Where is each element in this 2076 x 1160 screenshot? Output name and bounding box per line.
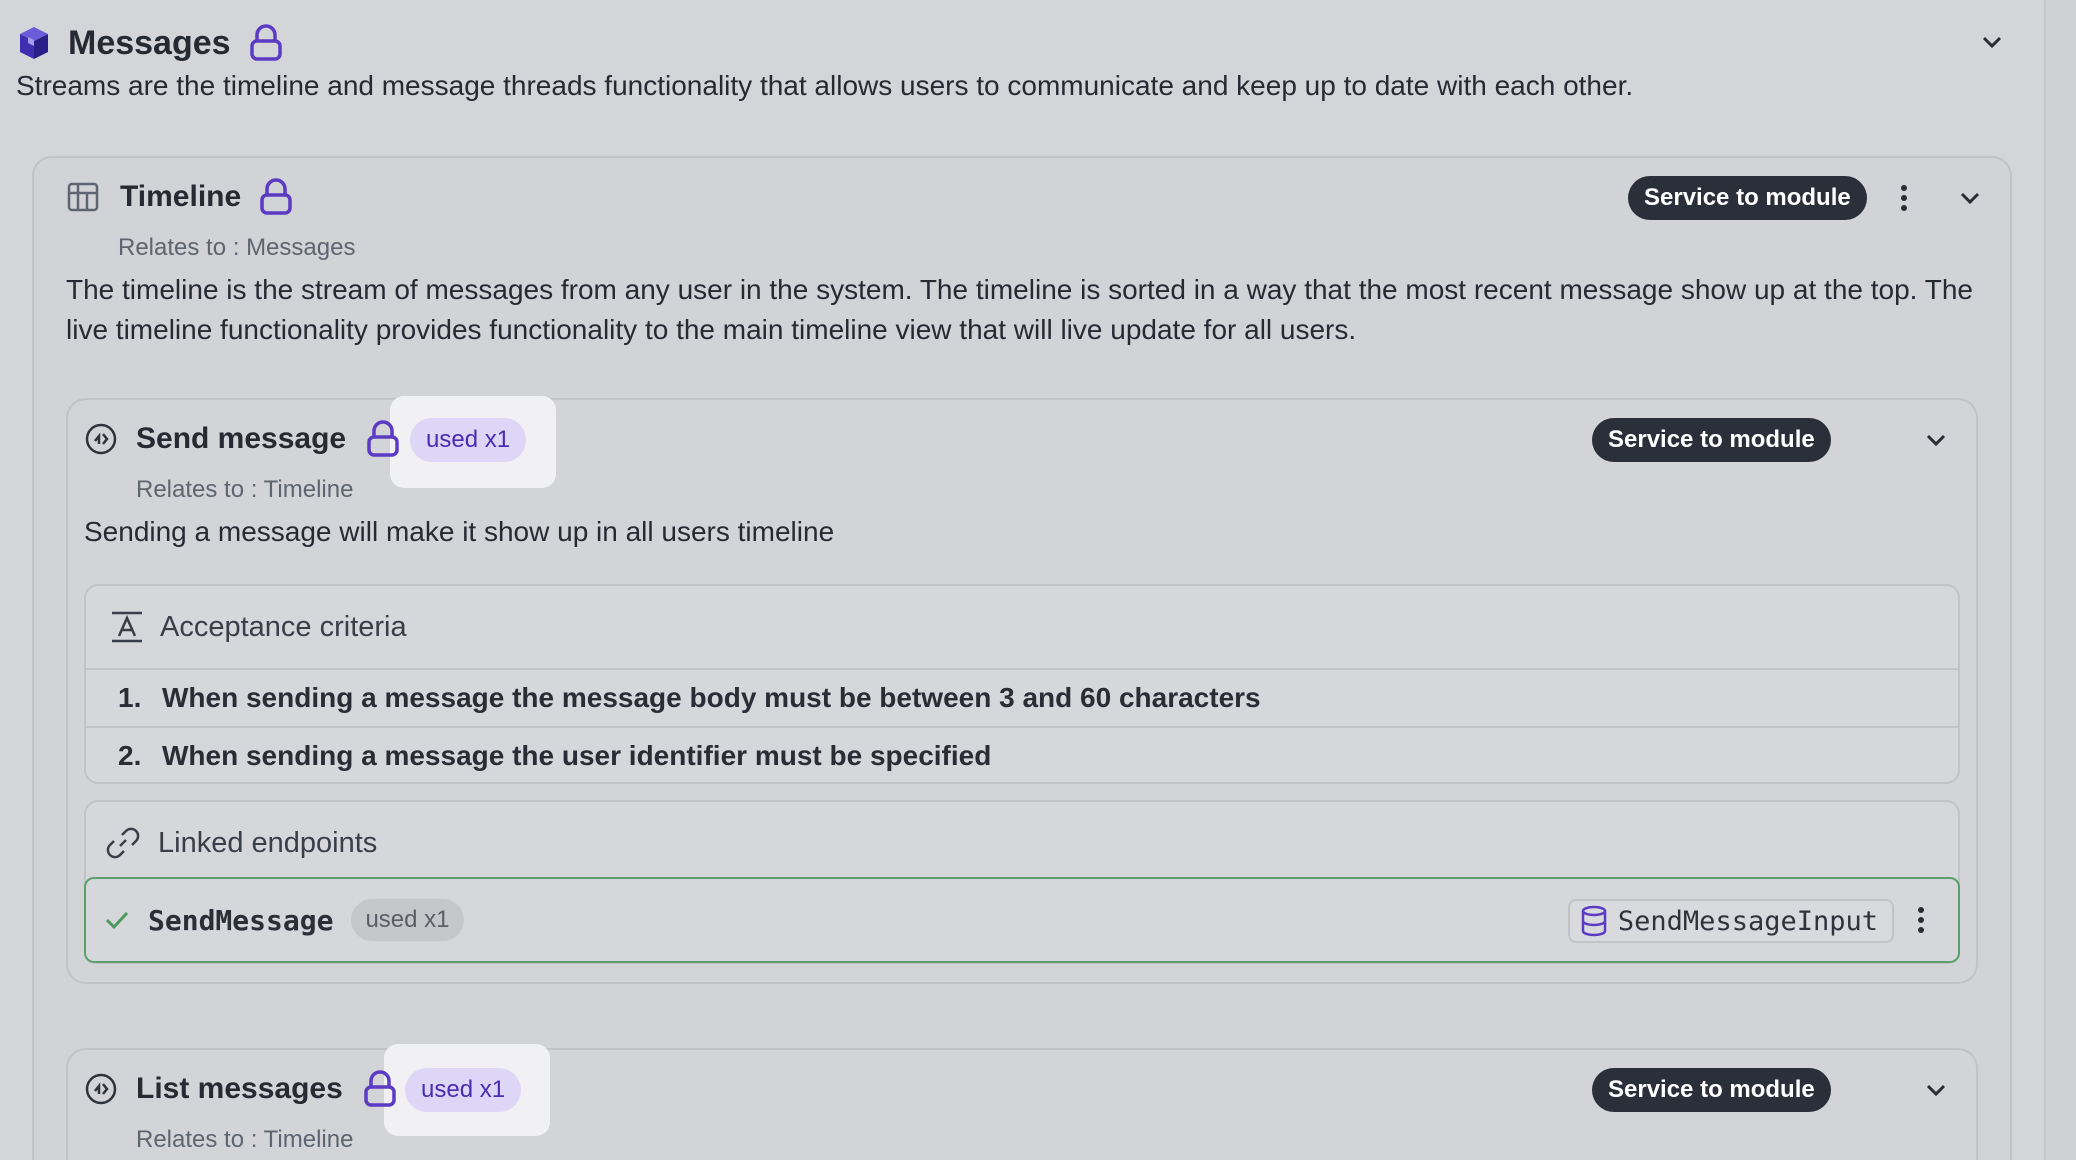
timeline-relates: Relates to : Messages bbox=[118, 234, 356, 261]
send-message-description: Sending a message will make it show up i… bbox=[84, 516, 835, 547]
module-header: Messages bbox=[16, 20, 2006, 66]
service-to-module-badge[interactable]: Service to module bbox=[1628, 176, 1867, 220]
service-icon bbox=[84, 422, 118, 456]
module-description: Streams are the timeline and message thr… bbox=[16, 70, 1634, 101]
endpoint-input-type[interactable]: SendMessageInput bbox=[1567, 899, 1894, 943]
acceptance-criteria-title: Acceptance criteria bbox=[160, 610, 407, 643]
table-icon bbox=[66, 180, 100, 214]
linked-endpoints-header[interactable]: Linked endpoints bbox=[86, 802, 1958, 884]
list-messages-header: List messages bbox=[84, 1070, 397, 1108]
list-messages-title: List messages bbox=[136, 1072, 343, 1105]
criteria-number: 1. bbox=[118, 682, 142, 713]
link-icon bbox=[104, 824, 142, 862]
service-to-module-badge[interactable]: Service to module bbox=[1592, 1068, 1831, 1112]
used-count-badge[interactable]: used x1 bbox=[405, 1068, 522, 1112]
chevron-down-icon[interactable] bbox=[1922, 426, 1950, 454]
criteria-number: 2. bbox=[118, 740, 142, 771]
service-to-module-badge[interactable]: Service to module bbox=[1592, 418, 1831, 462]
linked-endpoints-title: Linked endpoints bbox=[158, 826, 378, 859]
timeline-description: The timeline is the stream of messages f… bbox=[66, 274, 1973, 345]
lock-icon bbox=[363, 1070, 397, 1108]
acceptance-criteria: Acceptance criteria 1. When sending a me… bbox=[84, 584, 1960, 784]
scrollbar[interactable] bbox=[2044, 0, 2076, 1160]
text-icon bbox=[110, 610, 144, 644]
send-message-title: Send message bbox=[136, 422, 347, 455]
criteria-text: When sending a message the user identifi… bbox=[162, 740, 992, 771]
endpoint-input-label: SendMessageInput bbox=[1617, 905, 1878, 937]
lock-icon bbox=[249, 24, 283, 62]
module-title: Messages bbox=[68, 23, 231, 62]
cube-icon bbox=[16, 25, 52, 61]
criteria-text: When sending a message the message body … bbox=[162, 682, 1261, 713]
used-count-badge[interactable]: used x1 bbox=[410, 418, 527, 462]
criteria-item: 1. When sending a message the message bo… bbox=[86, 668, 1958, 726]
timeline-header: Timeline bbox=[66, 178, 293, 216]
lock-icon bbox=[366, 420, 400, 458]
endpoint-used-badge[interactable]: used x1 bbox=[351, 899, 464, 941]
kebab-icon[interactable] bbox=[1894, 182, 1914, 214]
list-messages-relates: Relates to : Timeline bbox=[136, 1126, 354, 1153]
kebab-icon[interactable] bbox=[1914, 905, 1928, 935]
service-icon bbox=[84, 1072, 118, 1106]
criteria-item: 2. When sending a message the user ident… bbox=[86, 726, 1958, 782]
send-message-header: Send message bbox=[84, 420, 400, 458]
lock-icon bbox=[259, 178, 293, 216]
endpoint-row[interactable]: SendMessage used x1 SendMessageInput bbox=[84, 877, 1960, 963]
chevron-down-icon[interactable] bbox=[1956, 184, 1984, 212]
timeline-title: Timeline bbox=[120, 180, 242, 213]
acceptance-criteria-header[interactable]: Acceptance criteria bbox=[86, 586, 1958, 668]
send-message-relates: Relates to : Timeline bbox=[136, 476, 354, 503]
chevron-down-icon[interactable] bbox=[1922, 1076, 1950, 1104]
endpoint-name[interactable]: SendMessage bbox=[148, 904, 333, 937]
database-icon bbox=[1580, 905, 1608, 937]
check-icon bbox=[104, 907, 130, 933]
chevron-down-icon[interactable] bbox=[1978, 28, 2006, 56]
